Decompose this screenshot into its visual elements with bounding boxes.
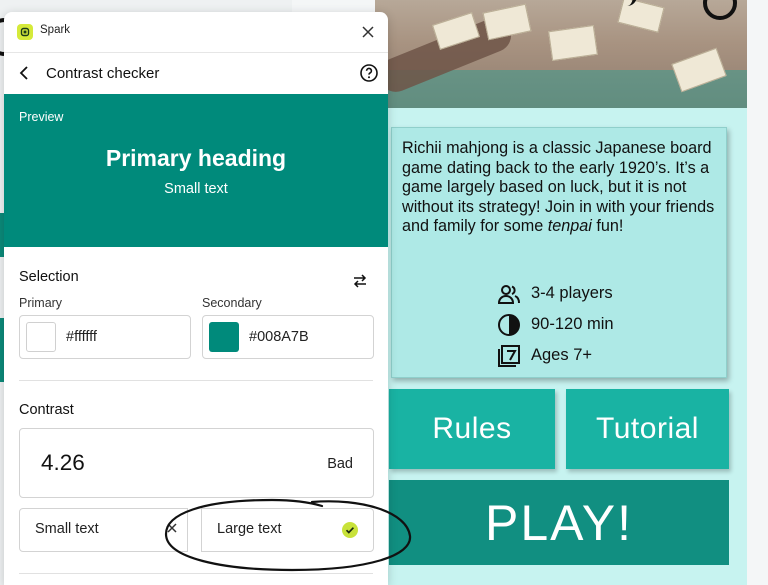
game-facts: 3-4 players 90-120 min Ages 7+ [497,278,727,371]
swap-icon[interactable] [351,272,369,290]
clock-icon [497,313,521,337]
contrast-ratio: 4.26 [41,450,85,475]
bottom-nav-area [375,569,747,585]
check-icon [342,522,358,538]
game-description: Richii mahjong is a classic Japanese boa… [402,139,715,235]
app-name: Spark [40,24,71,36]
back-arrow-icon[interactable] [16,64,34,82]
secondary-color-field[interactable]: #008A7B [202,315,374,359]
duration-text: 90-120 min [531,315,614,333]
x-icon [165,520,179,536]
page-title: Contrast checker [46,65,160,82]
primary-hex-value: #ffffff [66,329,97,345]
players-fact: 3-4 players [497,278,727,309]
primary-color-field[interactable]: #ffffff [19,315,191,359]
primary-swatch[interactable] [26,322,56,352]
play-button[interactable]: PLAY! [389,480,729,565]
description-card: Richii mahjong is a classic Japanese boa… [391,127,727,378]
spark-panel: Spark Contrast checker Preview Primary h… [4,12,388,585]
people-icon [497,282,521,306]
spark-logo-icon [17,24,33,40]
secondary-swatch[interactable] [209,322,239,352]
mahjong-photo [375,0,747,108]
preview-label: Preview [19,110,64,124]
preview-small-text: Small text [164,181,228,197]
corner-circle-icon [703,0,737,20]
age-icon [497,344,521,368]
contrast-title: Contrast [19,402,74,418]
ages-text: Ages 7+ [531,346,593,364]
small-text-label: Small text [35,521,99,537]
preview-section: Preview Primary heading Small text [4,94,388,247]
panel-titlebar: Spark [4,12,388,53]
primary-label: Primary [19,296,63,310]
large-text-label: Large text [217,521,282,537]
divider [19,573,373,574]
selection-title: Selection [19,269,79,285]
preview-heading: Primary heading [105,145,287,171]
ages-fact: Ages 7+ [497,340,727,371]
small-text-result[interactable]: Small text [19,508,188,552]
secondary-hex-value: #008A7B [249,329,309,345]
contrast-verdict: Bad [327,456,353,472]
panel-header: Contrast checker [4,53,388,94]
help-icon[interactable] [359,63,379,83]
secondary-label: Secondary [202,296,262,310]
rules-button[interactable]: Rules [389,389,555,469]
divider [19,380,373,381]
players-text: 3-4 players [531,284,613,302]
contrast-ratio-box: 4.26 Bad [19,428,374,498]
tutorial-button[interactable]: Tutorial [566,389,729,469]
close-icon[interactable] [359,23,377,41]
large-text-result[interactable]: Large text [201,508,374,552]
duration-fact: 90-120 min [497,309,727,340]
